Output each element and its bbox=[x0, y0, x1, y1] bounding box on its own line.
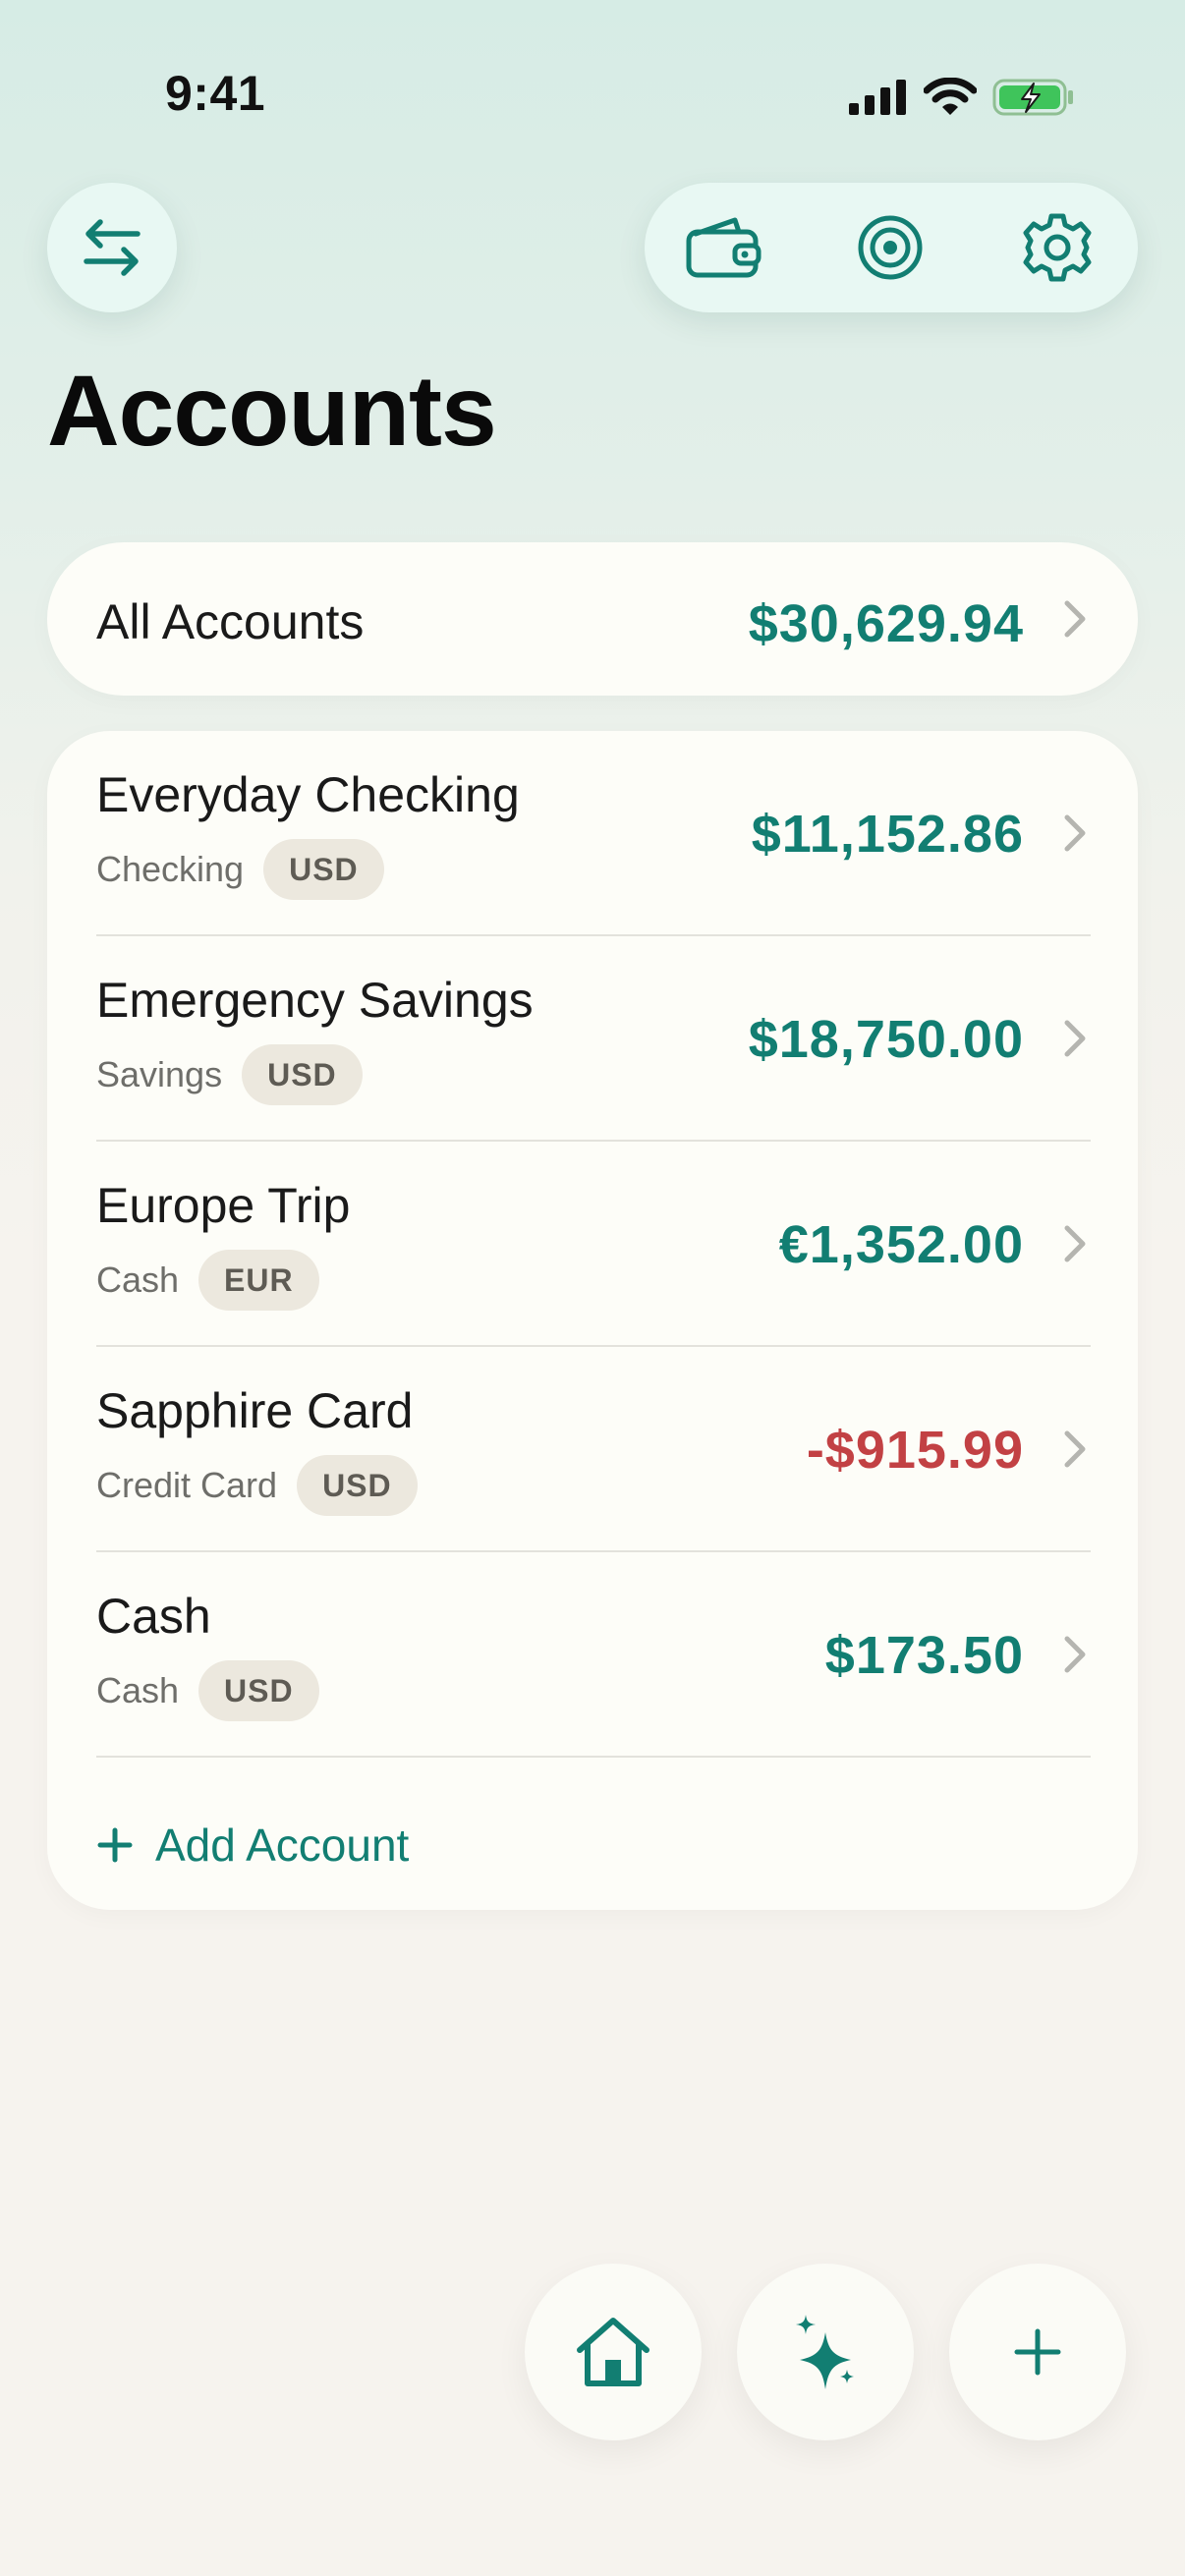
target-icon bbox=[858, 215, 923, 280]
account-type: Credit Card bbox=[96, 1465, 278, 1505]
wallet-icon bbox=[686, 217, 762, 278]
battery-charging-icon bbox=[992, 79, 1073, 116]
all-accounts-label: All Accounts bbox=[96, 594, 365, 649]
currency-badge: USD bbox=[198, 1660, 319, 1721]
row-divider bbox=[96, 1756, 1091, 1758]
chevron-right-icon bbox=[1064, 814, 1086, 852]
account-name: Everyday Checking bbox=[96, 767, 520, 822]
account-row-cash[interactable]: Cash Cash USD $173.50 bbox=[47, 1552, 1138, 1758]
status-time: 9:41 bbox=[165, 66, 266, 121]
ai-assistant-button[interactable] bbox=[737, 2264, 914, 2440]
account-type: Checking bbox=[96, 849, 245, 889]
wifi-icon bbox=[924, 78, 977, 115]
account-row-europe-trip[interactable]: Europe Trip Cash EUR €1,352.00 bbox=[47, 1142, 1138, 1347]
home-icon bbox=[577, 2318, 649, 2386]
transfer-button[interactable] bbox=[47, 183, 177, 312]
account-balance: $11,152.86 bbox=[751, 805, 1024, 864]
chevron-right-icon bbox=[1064, 1636, 1086, 1673]
currency-badge: USD bbox=[242, 1044, 363, 1105]
cellular-signal-icon bbox=[849, 80, 906, 115]
chevron-right-icon bbox=[1064, 1020, 1086, 1057]
currency-badge: USD bbox=[263, 839, 384, 900]
account-row-everyday-checking[interactable]: Everyday Checking Checking USD $11,152.8… bbox=[47, 731, 1138, 936]
account-name: Europe Trip bbox=[96, 1178, 351, 1233]
currency-badge: USD bbox=[297, 1455, 418, 1516]
home-button[interactable] bbox=[525, 2264, 702, 2440]
account-balance: -$915.99 bbox=[806, 1421, 1024, 1480]
wallet-button[interactable] bbox=[682, 206, 764, 289]
currency-badge: EUR bbox=[198, 1250, 319, 1311]
all-accounts-amount: $30,629.94 bbox=[748, 594, 1024, 653]
add-account-button[interactable]: Add Account bbox=[96, 1806, 409, 1884]
chevron-right-icon bbox=[1064, 1225, 1086, 1262]
account-name: Sapphire Card bbox=[96, 1383, 414, 1438]
account-type: Cash bbox=[96, 1260, 180, 1300]
account-balance: $173.50 bbox=[824, 1626, 1024, 1685]
account-type: Savings bbox=[96, 1054, 223, 1094]
settings-button[interactable] bbox=[1016, 206, 1099, 289]
plus-icon bbox=[1014, 2328, 1061, 2376]
page-title: Accounts bbox=[47, 355, 497, 467]
account-balance: €1,352.00 bbox=[778, 1215, 1024, 1274]
all-accounts-row[interactable]: All Accounts $30,629.94 bbox=[47, 542, 1138, 696]
chevron-right-icon bbox=[1064, 1430, 1086, 1468]
account-name: Cash bbox=[96, 1589, 211, 1644]
header-toolbar bbox=[645, 183, 1138, 312]
account-balance: $18,750.00 bbox=[748, 1010, 1024, 1069]
account-row-sapphire-card[interactable]: Sapphire Card Credit Card USD -$915.99 bbox=[47, 1347, 1138, 1552]
plus-icon bbox=[97, 1827, 133, 1863]
arrows-left-right-icon bbox=[84, 219, 141, 276]
chevron-right-icon bbox=[1064, 600, 1086, 638]
add-account-label: Add Account bbox=[155, 1820, 410, 1871]
account-type: Cash bbox=[96, 1670, 180, 1710]
add-transaction-button[interactable] bbox=[949, 2264, 1126, 2440]
account-row-emergency-savings[interactable]: Emergency Savings Savings USD $18,750.00 bbox=[47, 936, 1138, 1142]
goals-button[interactable] bbox=[849, 206, 931, 289]
gear-icon bbox=[1023, 213, 1092, 282]
sparkle-icon bbox=[796, 2315, 854, 2389]
status-icons bbox=[847, 73, 1075, 122]
account-name: Emergency Savings bbox=[96, 973, 534, 1028]
account-list: Everyday Checking Checking USD $11,152.8… bbox=[47, 731, 1138, 1910]
